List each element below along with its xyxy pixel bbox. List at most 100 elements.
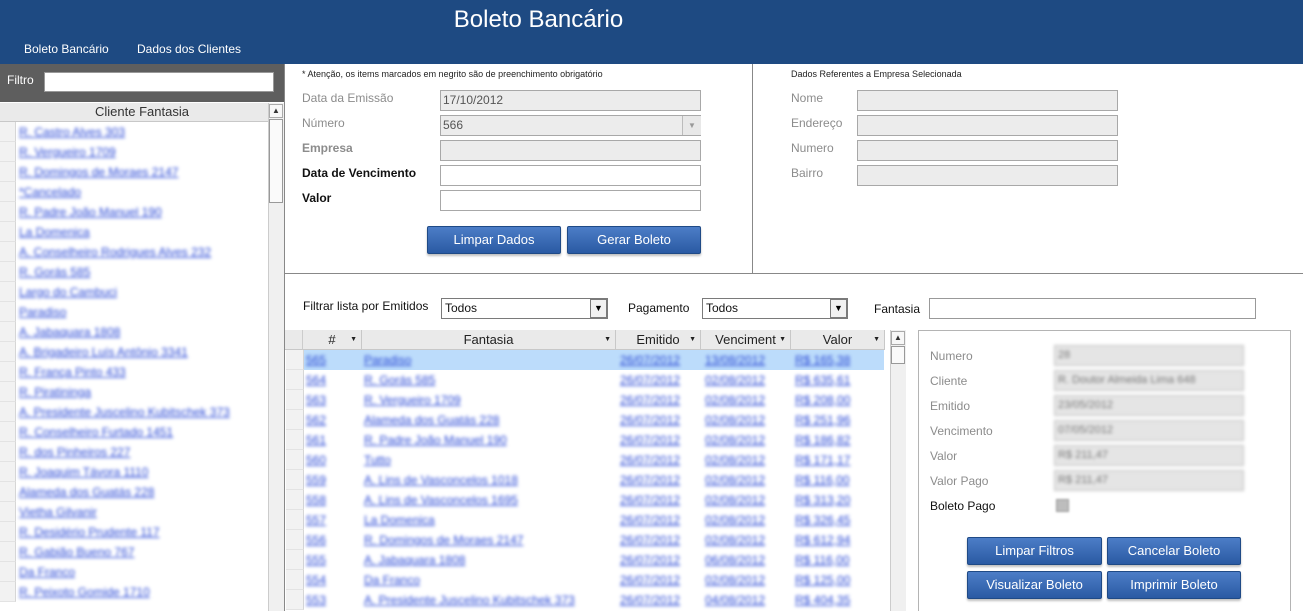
client-list-item[interactable]: A. Conselheiro Rodrigues Alves 232 — [0, 242, 268, 262]
boleto-fantasia-link[interactable]: A. Lins de Vasconcelos 1695 — [364, 493, 518, 507]
grid-row[interactable]: 559 A. Lins de Vasconcelos 1018 26/07/2012… — [286, 470, 884, 490]
limpar-filtros-button[interactable]: Limpar Filtros — [967, 537, 1102, 565]
row-selector[interactable] — [286, 530, 304, 550]
row-selector[interactable] — [286, 430, 304, 450]
client-list-scroll-thumb[interactable] — [269, 119, 283, 203]
boleto-number-link[interactable]: 555 — [306, 553, 326, 567]
boleto-valor-link[interactable]: R$ 171,17 — [795, 453, 850, 467]
grid-row[interactable]: 558 A. Lins de Vasconcelos 1695 26/07/2012… — [286, 490, 884, 510]
boleto-emitido-link[interactable]: 26/07/2012 — [620, 553, 680, 567]
client-name-link[interactable]: Largo do Cambuci — [19, 285, 117, 299]
client-name-link[interactable]: A. Jabaquara 1808 — [19, 325, 120, 339]
grid-header-valor[interactable]: Valor ▼ — [791, 330, 885, 350]
sort-dropdown-icon[interactable]: ▼ — [604, 330, 611, 349]
client-list-item[interactable]: La Domenica — [0, 222, 268, 242]
empresa-numero-field[interactable] — [857, 140, 1118, 161]
row-selector[interactable] — [286, 570, 304, 590]
boleto-number-link[interactable]: 556 — [306, 533, 326, 547]
boleto-emitido-link[interactable]: 26/07/2012 — [620, 393, 680, 407]
boleto-valor-link[interactable]: R$ 404,35 — [795, 593, 850, 607]
boleto-number-link[interactable]: 557 — [306, 513, 326, 527]
numero-dropdown-icon[interactable]: ▼ — [682, 116, 701, 135]
grid-header-emitido[interactable]: Emitido ▼ — [616, 330, 701, 350]
client-name-link[interactable]: R. Padre João Manuel 190 — [19, 205, 162, 219]
boleto-vencimento-link[interactable]: 02/08/2012 — [705, 373, 765, 387]
grid-row[interactable]: 557 La Domenica 26/07/2012 02/08/2012 R$ 326… — [286, 510, 884, 530]
detail-value-field[interactable]: R$ 211,47 — [1054, 470, 1244, 491]
boleto-emitido-link[interactable]: 26/07/2012 — [620, 453, 680, 467]
scroll-up-icon[interactable]: ▲ — [269, 104, 283, 118]
filter-pagamento-dropdown-icon[interactable]: ▼ — [830, 299, 847, 318]
row-selector[interactable] — [286, 510, 304, 530]
boleto-emitido-link[interactable]: 26/07/2012 — [620, 493, 680, 507]
boleto-emitido-link[interactable]: 26/07/2012 — [620, 593, 680, 607]
boleto-number-link[interactable]: 562 — [306, 413, 326, 427]
row-selector[interactable] — [286, 390, 304, 410]
boleto-emitido-link[interactable]: 26/07/2012 — [620, 533, 680, 547]
grid-select-all-corner[interactable] — [285, 330, 303, 350]
detail-value-field[interactable]: 23/05/2012 — [1054, 395, 1244, 416]
boleto-fantasia-link[interactable]: A. Presidente Juscelino Kubitschek 373 — [364, 593, 575, 607]
row-selector[interactable] — [0, 142, 16, 162]
sort-dropdown-icon[interactable]: ▼ — [779, 330, 786, 349]
gerar-boleto-button[interactable]: Gerar Boleto — [567, 226, 701, 254]
boleto-valor-link[interactable]: R$ 635,61 — [795, 373, 850, 387]
boleto-fantasia-link[interactable]: R. Domingos de Moraes 2147 — [364, 533, 523, 547]
boleto-valor-link[interactable]: R$ 251,96 — [795, 413, 850, 427]
boleto-valor-link[interactable]: R$ 326,45 — [795, 513, 850, 527]
boleto-vencimento-link[interactable]: 02/08/2012 — [705, 413, 765, 427]
boleto-vencimento-link[interactable]: 13/08/2012 — [705, 353, 765, 367]
boleto-emitido-link[interactable]: 26/07/2012 — [620, 513, 680, 527]
grid-header-fantasia[interactable]: Fantasia ▼ — [362, 330, 616, 350]
row-selector[interactable] — [0, 222, 16, 242]
boleto-fantasia-link[interactable]: R. Padre João Manuel 190 — [364, 433, 507, 447]
client-name-link[interactable]: R. Castro Alves 303 — [19, 125, 125, 139]
boleto-vencimento-link[interactable]: 02/08/2012 — [705, 393, 765, 407]
cancelar-boleto-button[interactable]: Cancelar Boleto — [1107, 537, 1241, 565]
filter-emitidos-dropdown-icon[interactable]: ▼ — [590, 299, 607, 318]
filter-emitidos-select[interactable]: Todos — [441, 298, 608, 319]
row-selector[interactable] — [0, 302, 16, 322]
grid-row[interactable]: 562 Alameda dos Guatás 228 26/07/2012 02/08… — [286, 410, 884, 430]
client-name-link[interactable]: La Domenica — [19, 225, 90, 239]
boleto-emitido-link[interactable]: 26/07/2012 — [620, 353, 680, 367]
boleto-vencimento-link[interactable]: 02/08/2012 — [705, 433, 765, 447]
filter-fantasia-input[interactable] — [929, 298, 1256, 319]
sort-dropdown-icon[interactable]: ▼ — [689, 330, 696, 349]
boleto-valor-link[interactable]: R$ 208,00 — [795, 393, 850, 407]
client-list-item[interactable]: Largo do Cambuci — [0, 282, 268, 302]
row-selector[interactable] — [286, 410, 304, 430]
boleto-emitido-link[interactable]: 26/07/2012 — [620, 413, 680, 427]
menu-dados-clientes[interactable]: Dados dos Clientes — [137, 42, 241, 56]
grid-row[interactable]: 555 A. Jabaquara 1808 26/07/2012 06/08/2012… — [286, 550, 884, 570]
boleto-fantasia-link[interactable]: R. Gorás 585 — [364, 373, 435, 387]
boleto-fantasia-link[interactable]: Tutto — [364, 453, 391, 467]
client-name-link[interactable]: R. Gorás 585 — [19, 265, 90, 279]
boleto-vencimento-link[interactable]: 02/08/2012 — [705, 453, 765, 467]
boleto-vencimento-link[interactable]: 06/08/2012 — [705, 553, 765, 567]
filter-input[interactable] — [44, 72, 274, 92]
sort-dropdown-icon[interactable]: ▼ — [873, 330, 880, 349]
boleto-valor-link[interactable]: R$ 165,38 — [795, 353, 850, 367]
limpar-dados-button[interactable]: Limpar Dados — [427, 226, 561, 254]
grid-row[interactable]: 554 Da Franco 26/07/2012 02/08/2012 R$ 125,0… — [286, 570, 884, 590]
client-name-link[interactable]: R. Domingos de Moraes 2147 — [19, 165, 178, 179]
row-selector[interactable] — [286, 370, 304, 390]
boleto-emitido-link[interactable]: 26/07/2012 — [620, 573, 680, 587]
boleto-fantasia-link[interactable]: Alameda dos Guatás 228 — [364, 413, 499, 427]
grid-scroll-thumb[interactable] — [891, 346, 905, 364]
boleto-vencimento-link[interactable]: 02/08/2012 — [705, 473, 765, 487]
grid-header-vencimento[interactable]: Venciment ▼ — [701, 330, 791, 350]
grid-scrollbar[interactable] — [890, 330, 906, 611]
client-list-item[interactable]: R. Padre João Manuel 190 — [0, 202, 268, 222]
imprimir-boleto-button[interactable]: Imprimir Boleto — [1107, 571, 1241, 599]
row-selector[interactable] — [0, 262, 16, 282]
client-list-item[interactable]: *Cancelado — [0, 182, 268, 202]
grid-row[interactable]: 564 R. Gorás 585 26/07/2012 02/08/2012 R$ 63… — [286, 370, 884, 390]
client-list-item[interactable]: R. Castro Alves 303 — [0, 122, 268, 142]
grid-row[interactable]: 556 R. Domingos de Moraes 2147 26/07/2012 0… — [286, 530, 884, 550]
boleto-number-link[interactable]: 554 — [306, 573, 326, 587]
valor-input[interactable] — [440, 190, 701, 211]
numero-select[interactable]: 566 — [440, 115, 701, 136]
boleto-valor-link[interactable]: R$ 125,00 — [795, 573, 850, 587]
